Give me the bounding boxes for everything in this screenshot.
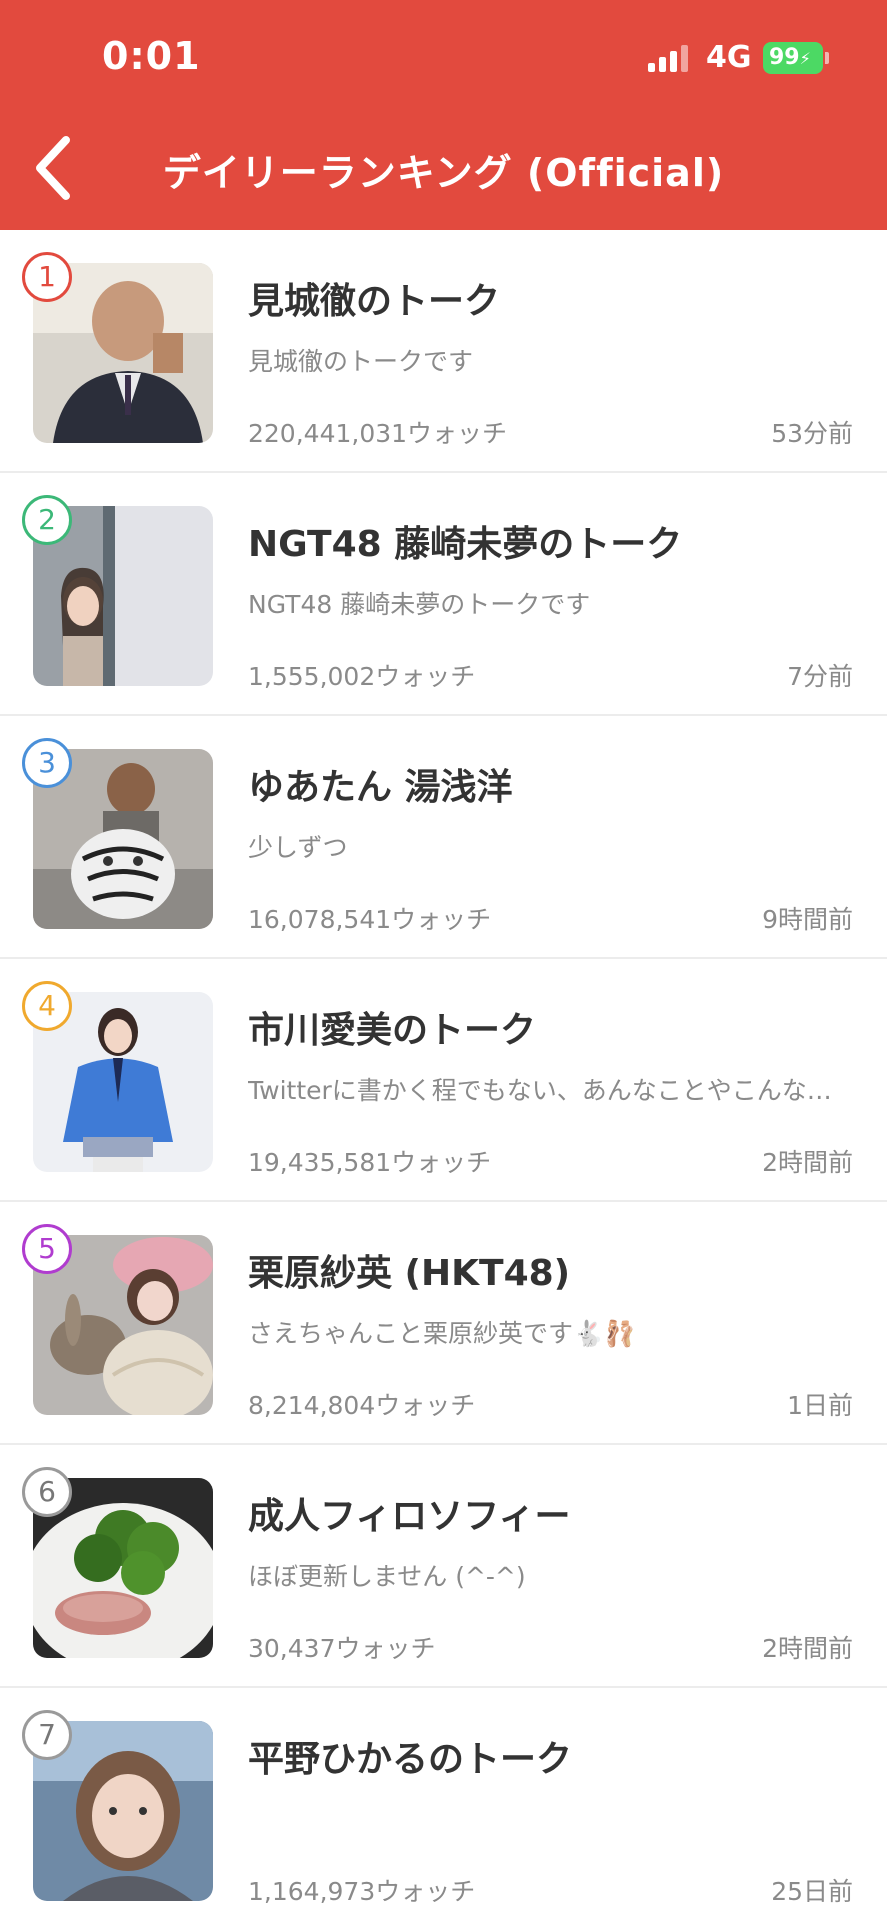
talk-description: 少しずつ xyxy=(248,833,348,862)
rank-badge: 2 xyxy=(22,495,72,545)
rank-badge: 3 xyxy=(22,738,72,788)
watch-count: 16,078,541ウォッチ xyxy=(248,905,492,934)
ranking-item-4[interactable]: 4 市川愛美のトーク Twitterに書かく程でもない、あんなことやこんな… 1… xyxy=(0,959,887,1202)
updated-time: 2時間前 xyxy=(762,1148,853,1177)
updated-time: 1日前 xyxy=(787,1391,853,1420)
page-title: デイリーランキング (Official) xyxy=(162,151,725,195)
updated-time: 2時間前 xyxy=(762,1634,853,1663)
ranking-item-1[interactable]: 1 見城徹のトーク 見城徹のトークです 220,441,031ウォッチ 53分前 xyxy=(0,230,887,473)
battery-cap xyxy=(825,52,829,64)
network-label: 4G xyxy=(706,40,752,75)
updated-time: 25日前 xyxy=(771,1877,853,1906)
rank-badge: 6 xyxy=(22,1467,72,1517)
talk-name: 成人フィロソフィー xyxy=(248,1496,571,1537)
talk-name: 見城徹のトーク xyxy=(248,281,501,322)
ranking-item-6[interactable]: 6 成人フィロソフィー ほぼ更新しません (^-^) 30,437ウォッチ 2時… xyxy=(0,1445,887,1688)
watch-count: 19,435,581ウォッチ xyxy=(248,1148,492,1177)
talk-name: 平野ひかるのトーク xyxy=(248,1739,573,1780)
rank-badge: 1 xyxy=(22,252,72,302)
signal-icon xyxy=(648,44,692,72)
updated-time: 7分前 xyxy=(787,662,853,691)
talk-description: 見城徹のトークです xyxy=(248,347,474,376)
watch-count: 30,437ウォッチ xyxy=(248,1634,436,1663)
watch-count: 8,214,804ウォッチ xyxy=(248,1391,476,1420)
talk-description: さえちゃんこと栗原紗英です🐇🩰 xyxy=(248,1319,636,1348)
rank-badge: 4 xyxy=(22,981,72,1031)
talk-name: ゆあたん 湯浅洋 xyxy=(248,767,513,808)
talk-name: 市川愛美のトーク xyxy=(248,1010,537,1051)
watch-count: 220,441,031ウォッチ xyxy=(248,419,508,448)
talk-description: NGT48 藤崎未夢のトークです xyxy=(248,590,591,619)
ranking-item-7[interactable]: 7 平野ひかるのトーク 1,164,973ウォッチ 25日前 xyxy=(0,1688,887,1931)
updated-time: 9時間前 xyxy=(762,905,853,934)
ranking-item-2[interactable]: 2 NGT48 藤崎未夢のトーク NGT48 藤崎未夢のトークです 1,555,… xyxy=(0,473,887,716)
battery-level: 99 xyxy=(769,45,800,70)
talk-name: NGT48 藤崎未夢のトーク xyxy=(248,524,683,565)
watch-count: 1,164,973ウォッチ xyxy=(248,1877,476,1906)
ranking-list: 1 見城徹のトーク 見城徹のトークです 220,441,031ウォッチ 53分前… xyxy=(0,230,887,1931)
talk-description: ほぼ更新しません (^-^) xyxy=(248,1562,526,1591)
status-time: 0:01 xyxy=(102,34,201,78)
talk-description: Twitterに書かく程でもない、あんなことやこんな… xyxy=(248,1076,832,1105)
rank-badge: 5 xyxy=(22,1224,72,1274)
ranking-item-5[interactable]: 5 栗原紗英 (HKT48) さえちゃんこと栗原紗英です🐇🩰 8,214,804… xyxy=(0,1202,887,1445)
rank-badge: 7 xyxy=(22,1710,72,1760)
talk-name: 栗原紗英 (HKT48) xyxy=(248,1253,571,1294)
battery-icon: 99⚡ xyxy=(763,42,823,74)
app-header: 0:01 4G 99⚡ デイリーランキング (Official) xyxy=(0,0,887,230)
updated-time: 53分前 xyxy=(771,419,853,448)
watch-count: 1,555,002ウォッチ xyxy=(248,662,476,691)
ranking-item-3[interactable]: 3 ゆあたん 湯浅洋 少しずつ 16,078,541ウォッチ 9時間前 xyxy=(0,716,887,959)
